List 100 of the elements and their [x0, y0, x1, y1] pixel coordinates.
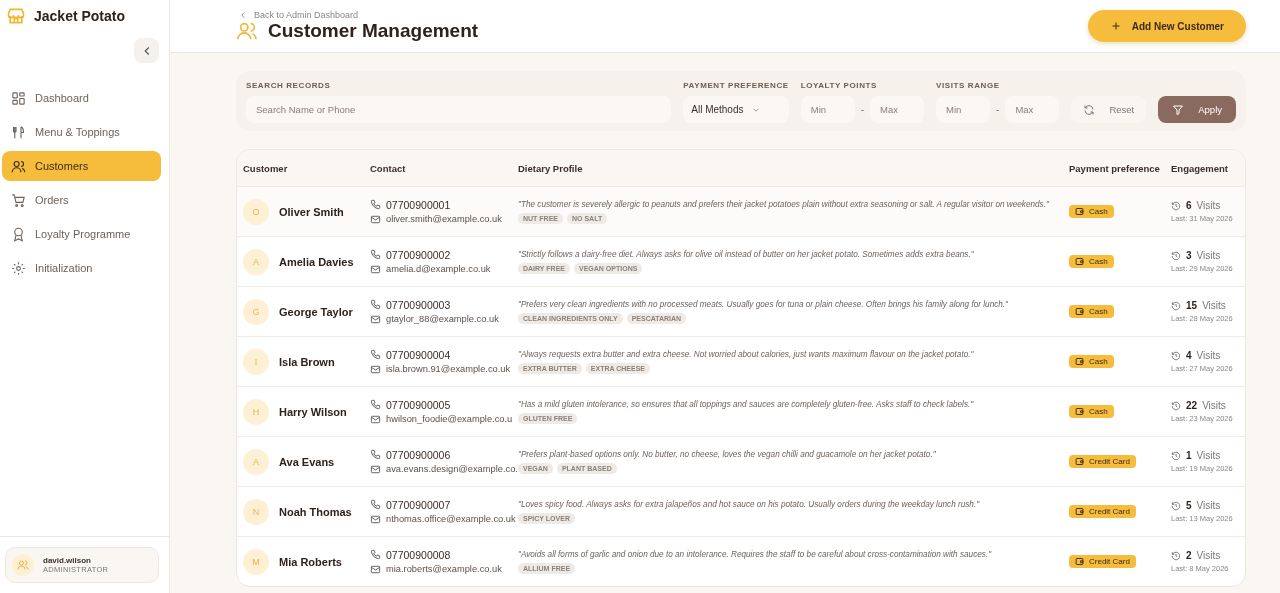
- visits-label: Visits: [1202, 400, 1226, 411]
- history-icon: [1171, 350, 1181, 361]
- max-field[interactable]: Max: [1005, 96, 1060, 123]
- payment-badge: Cash: [1069, 355, 1114, 368]
- avatar-initial: I: [243, 348, 269, 375]
- payment-badge: Cash: [1069, 205, 1114, 218]
- dietary-note: "Prefers plant-based options only. No butter, no cheese, loves the vegan chilli and guacamole on her jacket potato.": [518, 449, 937, 459]
- visits-label: Visits: [1196, 450, 1221, 461]
- users-icon: [11, 158, 26, 174]
- column-header: Engagement: [1171, 162, 1229, 174]
- payment-badge: Credit Card: [1069, 455, 1136, 468]
- dashboard-grid-icon: [11, 90, 26, 106]
- shop-icon: [6, 6, 26, 26]
- visits-label: Visits: [1196, 350, 1221, 361]
- filter-label: PAYMENT PREFERENCE: [683, 81, 789, 90]
- nav-item[interactable]: Customers: [2, 151, 161, 181]
- column-header: Contact: [370, 162, 407, 174]
- customer-name: Oliver Smith: [279, 205, 344, 218]
- visit-count: 4: [1186, 350, 1192, 361]
- phone-number: 07700900006: [386, 448, 451, 461]
- page-title: Customer Management: [268, 20, 479, 42]
- visit-count: 2: [1186, 550, 1192, 561]
- phone-icon: [370, 349, 381, 360]
- filter-label: VISITS RANGE: [936, 81, 1001, 90]
- filter-label: SEARCH RECORDS: [246, 81, 332, 90]
- dietary-note: "The customer is severely allergic to peanuts and prefers their jacket potatoes plain without extra seasoning or salt. A regular visitor on weekends.": [518, 199, 1050, 209]
- users-icon: [236, 20, 258, 42]
- email-address: isla.brown.91@example.co.uk: [386, 364, 511, 374]
- wallet-icon: [1075, 307, 1084, 316]
- range-separator: -: [860, 104, 865, 115]
- user-name: david.wilson: [43, 556, 92, 565]
- phone-number: 07700900004: [386, 348, 451, 361]
- fork-knife-icon: [11, 124, 26, 140]
- avatar-icon: [12, 554, 34, 576]
- reset-button[interactable]: Reset: [1071, 96, 1147, 123]
- email-address: hwilson_foodie@example.co.u: [386, 414, 513, 424]
- visits-label: Visits: [1196, 550, 1221, 561]
- medal-icon: [11, 226, 26, 242]
- avatar-initial: A: [243, 448, 269, 475]
- avatar-initial: G: [243, 298, 269, 325]
- phone-number: 07700900002: [386, 248, 451, 261]
- phone-number: 07700900008: [386, 548, 451, 561]
- payment-dropdown[interactable]: All Methods: [683, 96, 789, 123]
- customer-name: Ava Evans: [279, 455, 335, 468]
- filter-label: LOYALTY POINTS: [800, 81, 878, 90]
- column-header: Dietary Profile: [518, 162, 584, 174]
- visit-count: 1: [1186, 450, 1192, 461]
- mail-icon: [370, 213, 381, 225]
- phone-number: 07700900005: [386, 398, 451, 411]
- visit-count: 6: [1186, 200, 1192, 211]
- wallet-icon: [1075, 357, 1084, 366]
- collapse-sidebar-button[interactable]: [134, 38, 159, 63]
- wallet-icon: [1075, 457, 1084, 466]
- mail-icon: [370, 513, 381, 525]
- customer-name: Amelia Davies: [279, 255, 354, 268]
- phone-icon: [370, 549, 381, 560]
- nav-item[interactable]: Initialization: [2, 253, 161, 283]
- cart-icon: [11, 192, 26, 208]
- min-field[interactable]: Min: [800, 96, 855, 123]
- mail-icon: [370, 363, 381, 375]
- history-icon: [1171, 250, 1181, 261]
- wallet-icon: [1075, 407, 1084, 416]
- apply-button[interactable]: Apply: [1158, 96, 1236, 123]
- phone-icon: [370, 249, 381, 260]
- visit-count: 5: [1186, 500, 1192, 511]
- back-link[interactable]: Back to Admin Dashboard: [238, 10, 479, 20]
- visits-label: Visits: [1196, 500, 1221, 511]
- wallet-icon: [1075, 207, 1084, 216]
- dietary-note: "Prefers very clean ingredients with no processed meats. Usually goes for tuna or plain cheese. Often brings his family along for lunch.": [518, 299, 1010, 309]
- column-header: Customer: [243, 162, 289, 174]
- visits-label: Visits: [1202, 300, 1226, 311]
- customer-name: Isla Brown: [279, 355, 335, 368]
- email-address: nthomas.office@example.co.uk: [386, 514, 516, 524]
- add-customer-button[interactable]: Add New Customer: [1087, 10, 1246, 42]
- phone-number: 07700900003: [386, 298, 451, 311]
- avatar-initial: M: [243, 548, 269, 575]
- nav-item[interactable]: Menu & Toppings: [2, 117, 161, 147]
- nav-item[interactable]: Loyalty Programme: [2, 219, 161, 249]
- wallet-icon: [1075, 557, 1084, 566]
- payment-badge: Cash: [1069, 305, 1114, 318]
- phone-number: 07700900001: [386, 198, 451, 211]
- mail-icon: [370, 463, 381, 475]
- refresh-icon: [1083, 103, 1096, 116]
- visit-count: 15: [1186, 300, 1198, 311]
- min-field[interactable]: Min: [936, 96, 991, 123]
- dietary-note: "Has a mild gluten intolerance, so ensures that all toppings and sauces are completely gluten-free. Asks staff to check labels.": [518, 399, 975, 409]
- nav-item[interactable]: Orders: [2, 185, 161, 215]
- history-icon: [1171, 200, 1181, 211]
- dietary-note: "Always requests extra butter and extra cheese. Not worried about calories, just wants maximum flavour on the jacket potato.": [518, 349, 975, 359]
- phone-number: 07700900007: [386, 498, 451, 511]
- nav-item[interactable]: Dashboard: [2, 83, 161, 113]
- customer-name: George Taylor: [279, 305, 353, 318]
- phone-icon: [370, 449, 381, 460]
- customer-name: Noah Thomas: [279, 505, 352, 518]
- visits-label: Visits: [1196, 250, 1221, 261]
- max-field[interactable]: Max: [870, 96, 925, 123]
- payment-badge: Cash: [1069, 405, 1114, 418]
- search-field[interactable]: Search Name or Phone: [246, 96, 672, 123]
- history-icon: [1171, 450, 1181, 461]
- dietary-note: "Strictly follows a dairy-free diet. Always asks for olive oil instead of butter on her jacket potato. Sometimes adds extra beans.": [518, 249, 975, 259]
